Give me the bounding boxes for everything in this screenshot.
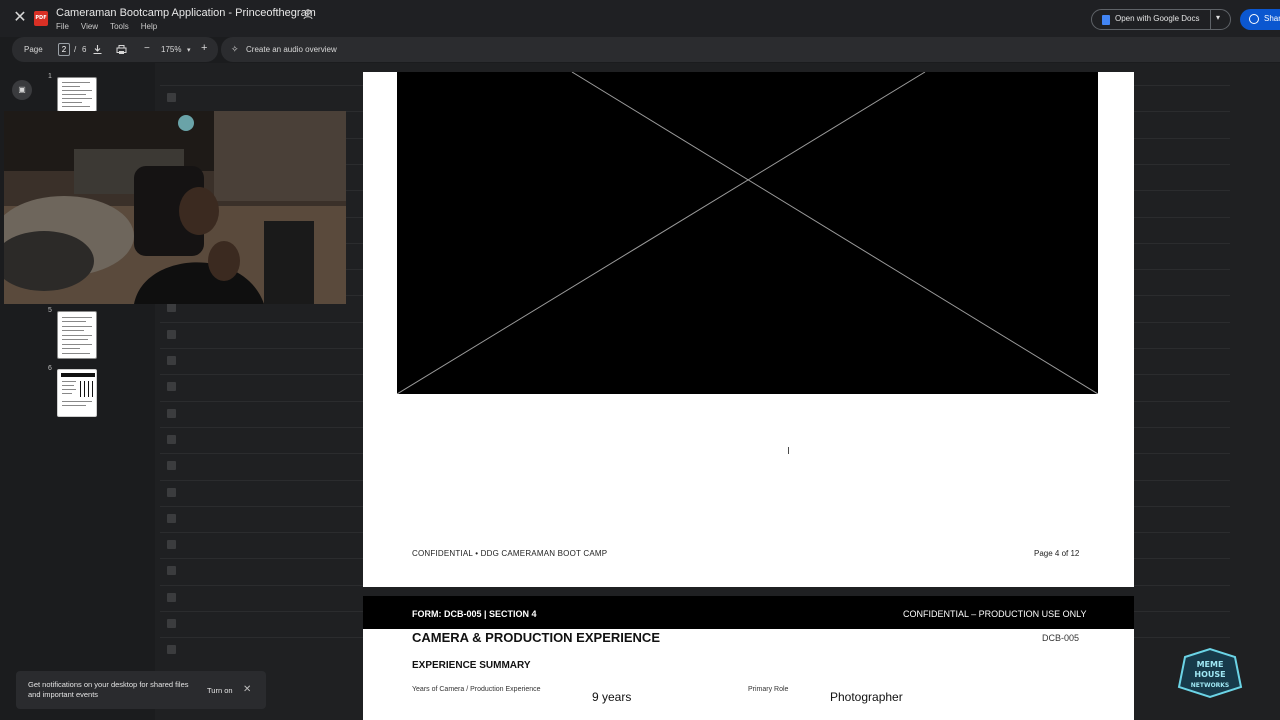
form-id: FORM: DCB-005 | SECTION 4 (412, 609, 537, 619)
background-row-checkbox (167, 540, 176, 550)
years-value: 9 years (592, 690, 632, 704)
sparkle-audio-icon: ✧ (231, 44, 239, 54)
page-thumbnail-1[interactable] (57, 77, 97, 112)
audio-overview-button[interactable]: ✧ Create an audio overview (221, 37, 1280, 62)
subsection-title: EXPERIENCE SUMMARY (412, 660, 531, 671)
thumbnail-number: 5 (48, 307, 52, 314)
svg-text:NETWORKS: NETWORKS (1191, 682, 1230, 689)
download-icon[interactable] (92, 44, 103, 55)
document-title: Cameraman Bootcamp Application - Princeo… (56, 7, 316, 19)
thumbnail-number: 1 (48, 73, 52, 80)
background-row-checkbox (167, 356, 176, 365)
page-zoom-controls: Page 2 / 6 − 175% ▾ + (12, 37, 218, 62)
page-label: Page (24, 45, 43, 54)
webcam-overlay (4, 111, 346, 304)
zoom-out-icon[interactable]: − (144, 43, 150, 54)
audio-overview-label: Create an audio overview (246, 45, 337, 54)
close-icon[interactable]: ✕ (11, 9, 29, 27)
notification-message: Get notifications on your desktop for sh… (28, 680, 189, 699)
desktop-notification-toast: Get notifications on your desktop for sh… (16, 671, 266, 709)
role-value: Photographer (830, 690, 903, 704)
meme-house-logo: MEME HOUSE NETWORKS (1177, 647, 1243, 699)
page-footer-left: CONFIDENTIAL • DDG CAMERAMAN BOOT CAMP (412, 549, 608, 558)
background-row-checkbox (167, 93, 176, 102)
role-label: Primary Role (748, 686, 789, 693)
background-row-checkbox (167, 619, 176, 628)
text-cursor-icon: I (787, 446, 790, 457)
zoom-dropdown-icon[interactable]: ▾ (187, 46, 191, 54)
background-row-checkbox (167, 382, 176, 392)
close-icon[interactable]: ✕ (243, 684, 251, 695)
background-row-checkbox (167, 487, 176, 497)
background-row-checkbox (167, 303, 176, 313)
viewer-toolbar: Page 2 / 6 − 175% ▾ + ✧ Create an audio … (0, 37, 1280, 63)
svg-text:MEME: MEME (1197, 660, 1224, 669)
svg-text:HOUSE: HOUSE (1194, 670, 1225, 679)
share-button[interactable]: Share (1240, 9, 1280, 30)
page-thumbnail-5[interactable] (57, 311, 97, 359)
section-title: CAMERA & PRODUCTION EXPERIENCE (412, 630, 660, 645)
turn-on-button[interactable]: Turn on (207, 686, 233, 695)
background-row-checkbox (167, 592, 176, 602)
pdf-viewer: ✕ PDF Cameraman Bootcamp Application - P… (0, 0, 1280, 720)
background-row-checkbox (167, 461, 176, 471)
background-row-checkbox (167, 645, 176, 655)
background-row-checkbox (167, 408, 176, 418)
chevron-down-icon[interactable]: ▾ (1216, 13, 1220, 22)
share-label: Share (1264, 14, 1280, 23)
thumbnail-number: 6 (48, 365, 52, 372)
shared-people-icon (303, 9, 313, 20)
section-code: DCB-005 (1042, 633, 1080, 643)
background-row-checkbox (167, 329, 176, 339)
menu-file[interactable]: File (56, 22, 69, 31)
pdf-page: FORM: DCB-005 | SECTION 4 CONFIDENTIAL –… (363, 596, 1134, 720)
page-number-input[interactable]: 2 (58, 43, 70, 56)
page-total: 6 (82, 45, 87, 54)
menu-help[interactable]: Help (141, 22, 157, 31)
zoom-level[interactable]: 175% (161, 45, 181, 54)
divider (1210, 10, 1211, 29)
image-icon[interactable]: ▣ (12, 80, 32, 100)
google-docs-icon (1102, 15, 1110, 25)
page-number-footer: Page 4 of 12 (1034, 549, 1080, 558)
menu-tools[interactable]: Tools (110, 22, 129, 31)
background-row-checkbox (167, 513, 176, 523)
image-placeholder (397, 72, 1098, 394)
title-bar: ✕ PDF Cameraman Bootcamp Application - P… (0, 0, 1280, 37)
confidential-notice: CONFIDENTIAL – PRODUCTION USE ONLY (903, 609, 1087, 619)
years-label: Years of Camera / Production Experience (412, 686, 541, 693)
page-separator: / (74, 45, 77, 54)
globe-icon (1249, 14, 1259, 24)
menu-view[interactable]: View (81, 22, 98, 31)
background-row-checkbox (167, 566, 176, 576)
page-thumbnail-6[interactable] (57, 369, 97, 417)
print-icon[interactable] (116, 44, 127, 55)
pdf-page: I CONFIDENTIAL • DDG CAMERAMAN BOOT CAMP… (363, 72, 1134, 587)
background-row-checkbox (167, 434, 176, 444)
menu-bar: File View Tools Help (56, 22, 157, 31)
pdf-file-icon: PDF (34, 11, 48, 26)
zoom-in-icon[interactable]: + (201, 42, 207, 54)
form-header-band: FORM: DCB-005 | SECTION 4 CONFIDENTIAL –… (363, 596, 1134, 629)
open-with-google-docs-button[interactable]: Open with Google Docs ▾ (1091, 9, 1231, 30)
open-with-label: Open with Google Docs (1115, 14, 1200, 23)
